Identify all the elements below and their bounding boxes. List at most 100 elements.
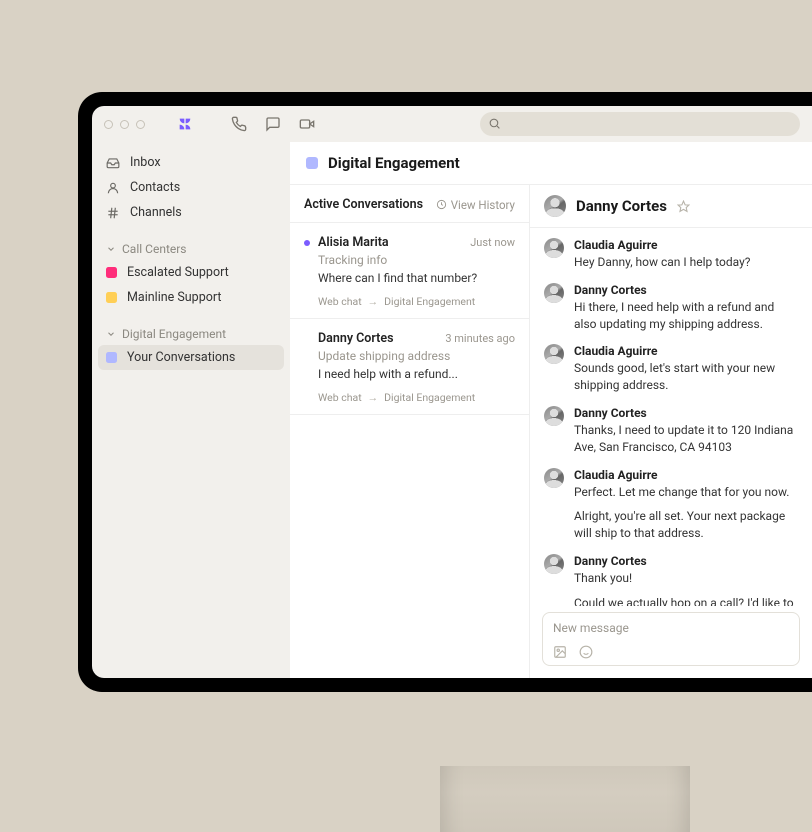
section-call-centers[interactable]: Call Centers — [98, 235, 284, 260]
app-logo — [177, 116, 193, 132]
conv-name: Danny Cortes — [318, 331, 437, 346]
conv-route: Web chat → Digital Engagement — [304, 295, 515, 308]
conv-time: Just now — [470, 236, 515, 249]
conv-subject: Update shipping address — [304, 349, 515, 363]
avatar — [544, 238, 564, 258]
clock-icon — [436, 199, 447, 210]
window-chrome — [92, 106, 812, 142]
image-icon[interactable] — [553, 645, 567, 659]
chat-icon[interactable] — [265, 116, 281, 132]
sidebar-mainline-support[interactable]: Mainline Support — [98, 285, 284, 310]
nav-contacts[interactable]: Contacts — [98, 175, 284, 200]
arrow-right-icon: → — [368, 295, 379, 308]
sidebar-escalated-support[interactable]: Escalated Support — [98, 260, 284, 285]
message-author: Danny Cortes — [574, 406, 798, 420]
conversation-item[interactable]: Alisia Marita Just now Tracking info Whe… — [290, 223, 529, 319]
color-swatch-icon — [306, 157, 318, 169]
video-icon[interactable] — [299, 116, 315, 132]
app-body: Inbox Contacts Channels — [92, 142, 812, 678]
conversations-header: Active Conversations View History — [290, 185, 529, 222]
conversation-list: Alisia Marita Just now Tracking info Whe… — [290, 222, 529, 415]
avatar — [544, 468, 564, 488]
star-icon[interactable] — [677, 200, 690, 213]
message-text: Thanks, I need to update it to 120 India… — [574, 422, 798, 456]
main-header: Digital Engagement — [290, 142, 812, 184]
message-text: Alright, you're all set. Your next packa… — [574, 508, 798, 542]
chevron-down-icon — [106, 244, 116, 254]
chevron-down-icon — [106, 329, 116, 339]
view-history-link[interactable]: View History — [436, 198, 515, 212]
section-digital-engagement[interactable]: Digital Engagement — [98, 320, 284, 345]
sidebar-item-label: Your Conversations — [127, 350, 235, 365]
arrow-right-icon: → — [368, 391, 379, 404]
search-icon — [488, 117, 501, 130]
section-title: Digital Engagement — [122, 327, 226, 341]
conversation-item[interactable]: Danny Cortes 3 minutes ago Update shippi… — [290, 319, 529, 415]
main-panel: Digital Engagement Active Conversations … — [290, 142, 812, 678]
avatar — [544, 283, 564, 303]
message-text: Thank you! — [574, 570, 798, 587]
color-swatch-icon — [106, 267, 117, 278]
window-controls[interactable] — [104, 120, 145, 129]
conv-dest: Digital Engagement — [384, 391, 475, 404]
unread-dot-icon — [304, 240, 310, 246]
avatar — [544, 344, 564, 364]
monitor-frame: Inbox Contacts Channels — [78, 92, 812, 692]
conv-subject: Tracking info — [304, 253, 515, 267]
conv-route: Web chat → Digital Engagement — [304, 391, 515, 404]
message: Danny Cortes Thanks, I need to update it … — [544, 406, 798, 456]
conv-dest: Digital Engagement — [384, 295, 475, 308]
message-composer[interactable]: New message — [542, 612, 800, 666]
sidebar: Inbox Contacts Channels — [92, 142, 290, 678]
avatar — [544, 195, 566, 217]
message: Claudia AguirreHey Danny, how can I help… — [544, 238, 798, 271]
close-icon[interactable] — [104, 120, 113, 129]
sidebar-item-label: Escalated Support — [127, 265, 229, 280]
maximize-icon[interactable] — [136, 120, 145, 129]
nav-label: Channels — [130, 205, 182, 220]
thread-name: Danny Cortes — [576, 197, 667, 215]
search-input[interactable] — [480, 112, 800, 136]
composer-actions — [553, 645, 789, 659]
hash-icon — [106, 206, 120, 220]
message-text: Perfect. Let me change that for you now. — [574, 484, 798, 501]
conv-preview: Where can I find that number? — [304, 271, 515, 285]
emoji-icon[interactable] — [579, 645, 593, 659]
color-swatch-icon — [106, 352, 117, 363]
monitor-stand — [440, 766, 690, 832]
screen: Inbox Contacts Channels — [92, 106, 812, 678]
conv-time: 3 minutes ago — [445, 332, 515, 345]
minimize-icon[interactable] — [120, 120, 129, 129]
message-text: Could we actually hop on a call? I'd lik… — [574, 595, 798, 606]
nav-inbox[interactable]: Inbox — [98, 150, 284, 175]
thread-panel: Danny Cortes Claudia Aguirre Hey Danny, h… — [530, 185, 812, 678]
message-author: Danny Cortes — [574, 283, 798, 297]
message: Claudia Aguirre Perfect. Let me change th… — [544, 468, 798, 542]
sidebar-your-conversations[interactable]: Your Conversations — [98, 345, 284, 370]
message-author: Claudia Aguirre — [574, 344, 798, 358]
search-bar — [480, 112, 800, 136]
conv-source: Web chat — [318, 295, 362, 308]
phone-icon[interactable] — [231, 116, 247, 132]
thread-header: Danny Cortes — [530, 185, 812, 228]
message: Danny Cortes Hi there, I need help with a… — [544, 283, 798, 333]
message-text: Hi there, I need help with a refund and … — [574, 299, 798, 333]
active-conversations-title: Active Conversations — [304, 197, 423, 212]
message-text: Hey Danny, how can I help today? — [574, 254, 750, 271]
inbox-icon — [106, 156, 120, 170]
conv-preview: I need help with a refund... — [304, 367, 515, 381]
conv-name: Alisia Marita — [318, 235, 462, 250]
view-history-label: View History — [451, 198, 515, 212]
avatar — [544, 554, 564, 574]
message-author: Danny Cortes — [574, 554, 798, 568]
message-author: Claudia Aguirre — [574, 468, 798, 482]
message-thread: Claudia Aguirre Hey Danny, how can I help… — [530, 228, 812, 606]
composer-placeholder: New message — [553, 621, 789, 635]
color-swatch-icon — [106, 292, 117, 303]
sidebar-item-label: Mainline Support — [127, 290, 221, 305]
top-actions — [231, 116, 315, 132]
contacts-icon — [106, 181, 120, 195]
columns: Active Conversations View History Alisia… — [290, 184, 812, 678]
nav-channels[interactable]: Channels — [98, 200, 284, 225]
message-text: Sounds good, let's start with your new s… — [574, 360, 798, 394]
